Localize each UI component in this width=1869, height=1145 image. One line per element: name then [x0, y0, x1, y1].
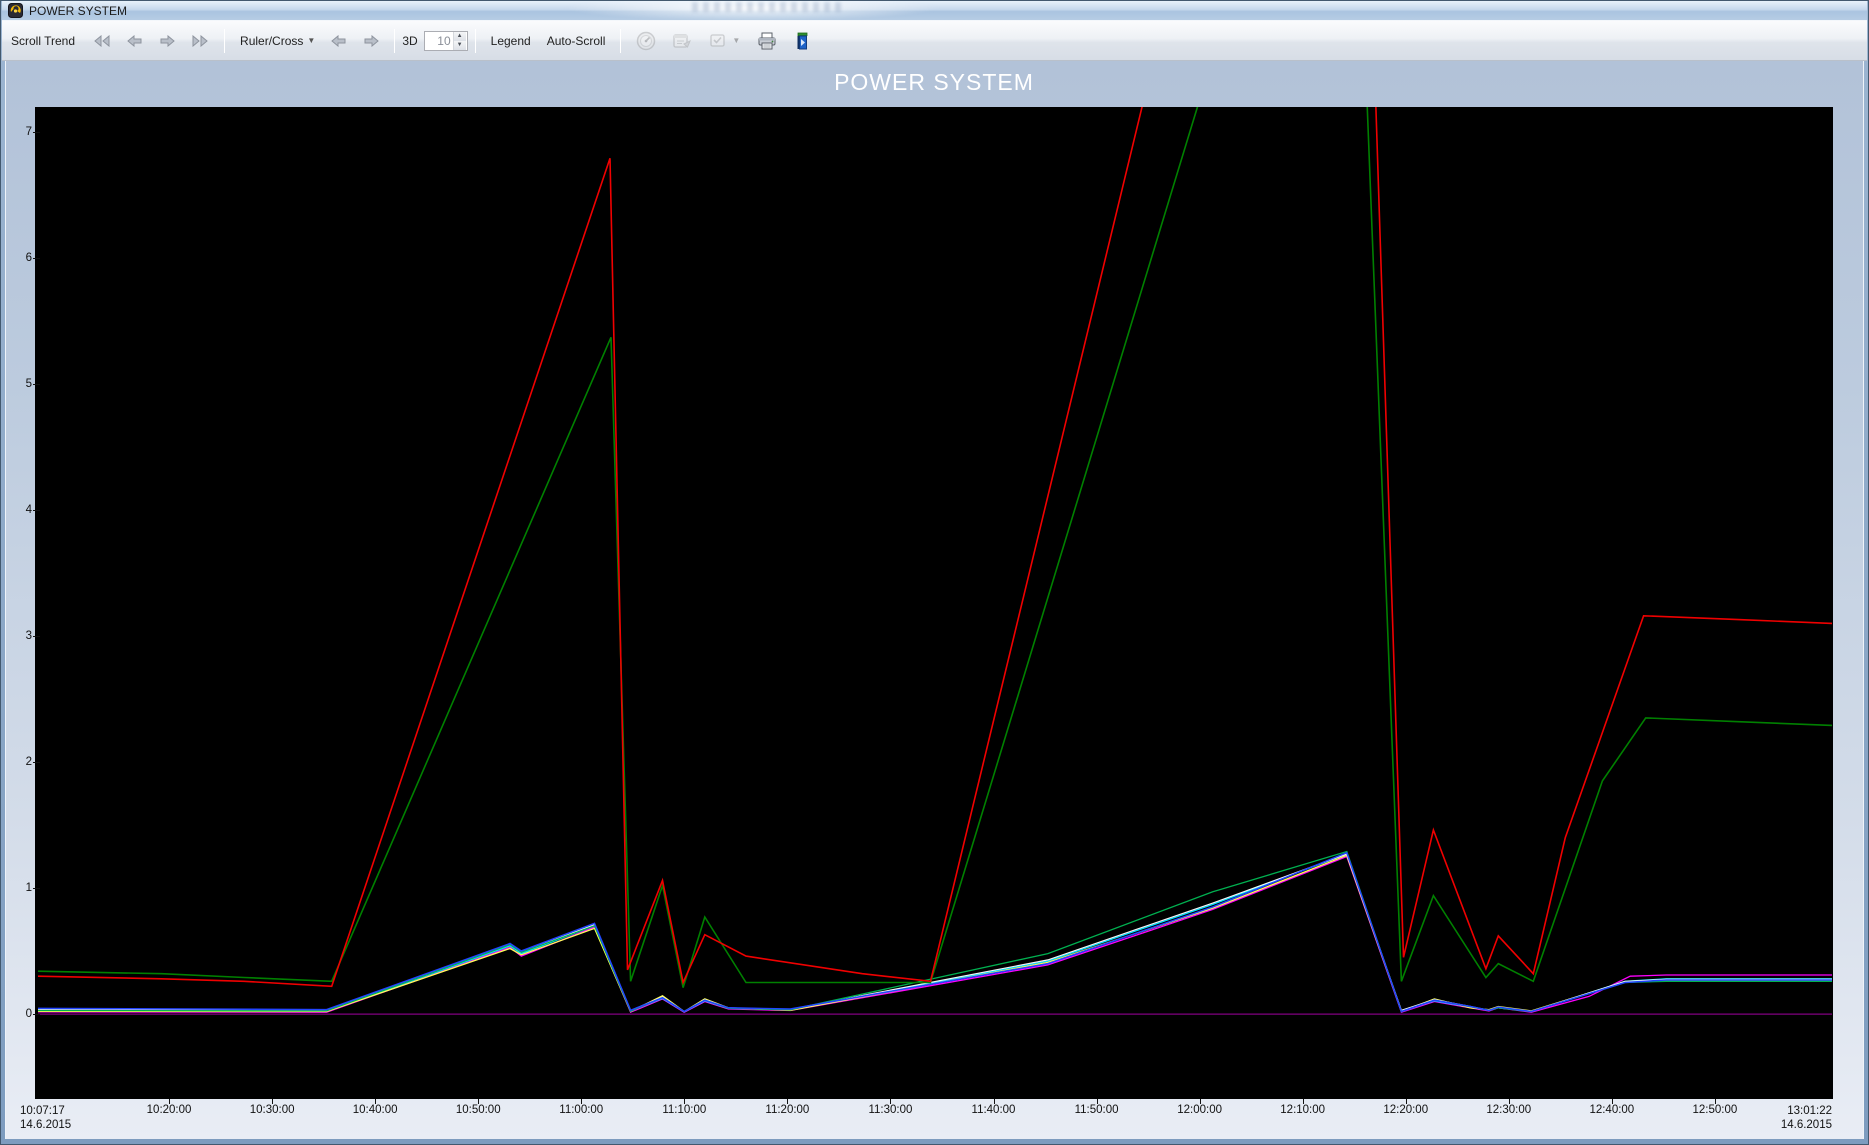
first-icon: [93, 35, 111, 47]
title-bar: POWER SYSTEM: [2, 1, 1867, 20]
scroll-next-button[interactable]: [154, 32, 180, 50]
autoscroll-button[interactable]: Auto-Scroll: [542, 31, 611, 51]
ruler-step-right-button[interactable]: [358, 32, 384, 50]
print-button[interactable]: [751, 28, 783, 54]
end-date: 14.6.2015: [1781, 1118, 1832, 1132]
toolbar-separator: [620, 29, 621, 53]
y-tick-mark: [33, 636, 40, 637]
x-tick-label: 11:00:00: [539, 1104, 623, 1116]
x-tick-label: 11:40:00: [952, 1104, 1036, 1116]
step-left-icon: [331, 35, 347, 47]
y-tick-mark: [33, 762, 40, 763]
series-bright-green: [38, 852, 1832, 1012]
ruler-cross-label: Ruler/Cross: [240, 34, 303, 48]
threed-input[interactable]: [425, 34, 453, 48]
gauge-icon: [636, 31, 656, 51]
y-tick-label: 0: [8, 1007, 32, 1021]
y-tick-mark: [33, 258, 40, 259]
start-date: 14.6.2015: [20, 1118, 71, 1132]
series-blue: [38, 853, 1832, 1012]
y-tick-mark: [33, 510, 40, 511]
chart-title: POWER SYSTEM: [35, 69, 1833, 96]
spin-up-icon[interactable]: ▲: [454, 32, 466, 41]
x-tick-label: 11:20:00: [745, 1104, 829, 1116]
time-range-button[interactable]: [631, 28, 661, 54]
x-tick-label: 12:20:00: [1364, 1104, 1448, 1116]
x-tick-label: 12:50:00: [1673, 1104, 1757, 1116]
plot-area[interactable]: [35, 107, 1833, 1099]
ruler-step-left-button[interactable]: [326, 32, 352, 50]
autoscroll-label: Auto-Scroll: [547, 34, 606, 48]
prev-icon: [127, 35, 143, 47]
series-magenta: [38, 857, 1832, 1013]
scroll-trend-label: Scroll Trend: [11, 34, 75, 48]
series-red: [38, 107, 1832, 986]
trend-canvas: [35, 107, 1833, 1099]
x-tick-label: 11:50:00: [1055, 1104, 1139, 1116]
tasks-dropdown-button[interactable]: ▼: [703, 29, 745, 53]
y-tick-label: 6: [8, 251, 32, 265]
app-window: POWER SYSTEM Scroll Trend Ruler/Cro: [0, 0, 1869, 1145]
next-icon: [159, 35, 175, 47]
properties-button[interactable]: [667, 29, 697, 53]
y-tick-label: 4: [8, 503, 32, 517]
legend-button[interactable]: Legend: [486, 31, 536, 51]
x-tick-label: 12:30:00: [1467, 1104, 1551, 1116]
ruler-cross-dropdown[interactable]: Ruler/Cross ▼: [235, 31, 320, 51]
toolbar-separator: [224, 29, 225, 53]
x-tick-label: 10:30:00: [230, 1104, 314, 1116]
scroll-first-button[interactable]: [88, 32, 116, 50]
last-icon: [191, 35, 209, 47]
y-tick-label: 2: [8, 755, 32, 769]
x-tick-label: 10:20:00: [127, 1104, 211, 1116]
x-tick-label: 12:00:00: [1158, 1104, 1242, 1116]
x-tick-label: 12:10:00: [1261, 1104, 1345, 1116]
app-icon: [8, 3, 23, 18]
legend-label: Legend: [491, 34, 531, 48]
scroll-prev-button[interactable]: [122, 32, 148, 50]
x-tick-label: 12:40:00: [1570, 1104, 1654, 1116]
x-tick-label: 10:50:00: [436, 1104, 520, 1116]
toolbar-separator: [475, 29, 476, 53]
y-tick-mark: [33, 888, 40, 889]
exit-button[interactable]: [789, 28, 817, 54]
series-dark-green: [38, 107, 1832, 988]
y-tick-label: 3: [8, 629, 32, 643]
x-tick-label: 11:10:00: [642, 1104, 726, 1116]
start-time: 10:07:17: [20, 1104, 71, 1118]
y-tick-label: 7: [8, 125, 32, 139]
threed-label: 3D: [402, 34, 417, 48]
toolbar: Scroll Trend Ruler/Cross ▼: [2, 20, 1867, 61]
spin-down-icon[interactable]: ▼: [454, 41, 466, 50]
x-tick-label: 10:40:00: [333, 1104, 417, 1116]
window-title: POWER SYSTEM: [29, 4, 127, 18]
threed-spinbox: ▲ ▼: [424, 31, 468, 51]
chevron-down-icon: ▼: [732, 37, 740, 45]
scroll-last-button[interactable]: [186, 32, 214, 50]
threed-stepper[interactable]: ▲ ▼: [453, 32, 466, 50]
y-tick-mark: [33, 132, 40, 133]
properties-icon: [672, 32, 692, 50]
series-cyan: [38, 854, 1832, 1012]
x-axis-start-label: 10:07:17 14.6.2015: [20, 1104, 71, 1132]
titlebar-background-artifact: [692, 2, 842, 12]
step-right-icon: [363, 35, 379, 47]
y-tick-mark: [33, 1014, 40, 1015]
end-time: 13:01:22: [1781, 1104, 1832, 1118]
chart-area: POWER SYSTEM 7 6 5 4 3 2 1 0 10:20:00 10:30:00 10…: [5, 61, 1864, 1139]
exit-icon: [794, 31, 812, 51]
toolbar-separator: [394, 29, 395, 53]
y-tick-label: 5: [8, 377, 32, 391]
y-tick-label: 1: [8, 881, 32, 895]
series-white: [38, 854, 1832, 1012]
x-axis-end-label: 13:01:22 14.6.2015: [1781, 1104, 1832, 1132]
y-tick-mark: [33, 384, 40, 385]
checklist-icon: [708, 32, 728, 50]
x-tick-label: 11:30:00: [848, 1104, 932, 1116]
series-yellow: [38, 855, 1832, 1011]
chevron-down-icon: ▼: [307, 37, 315, 45]
printer-icon: [756, 31, 778, 51]
